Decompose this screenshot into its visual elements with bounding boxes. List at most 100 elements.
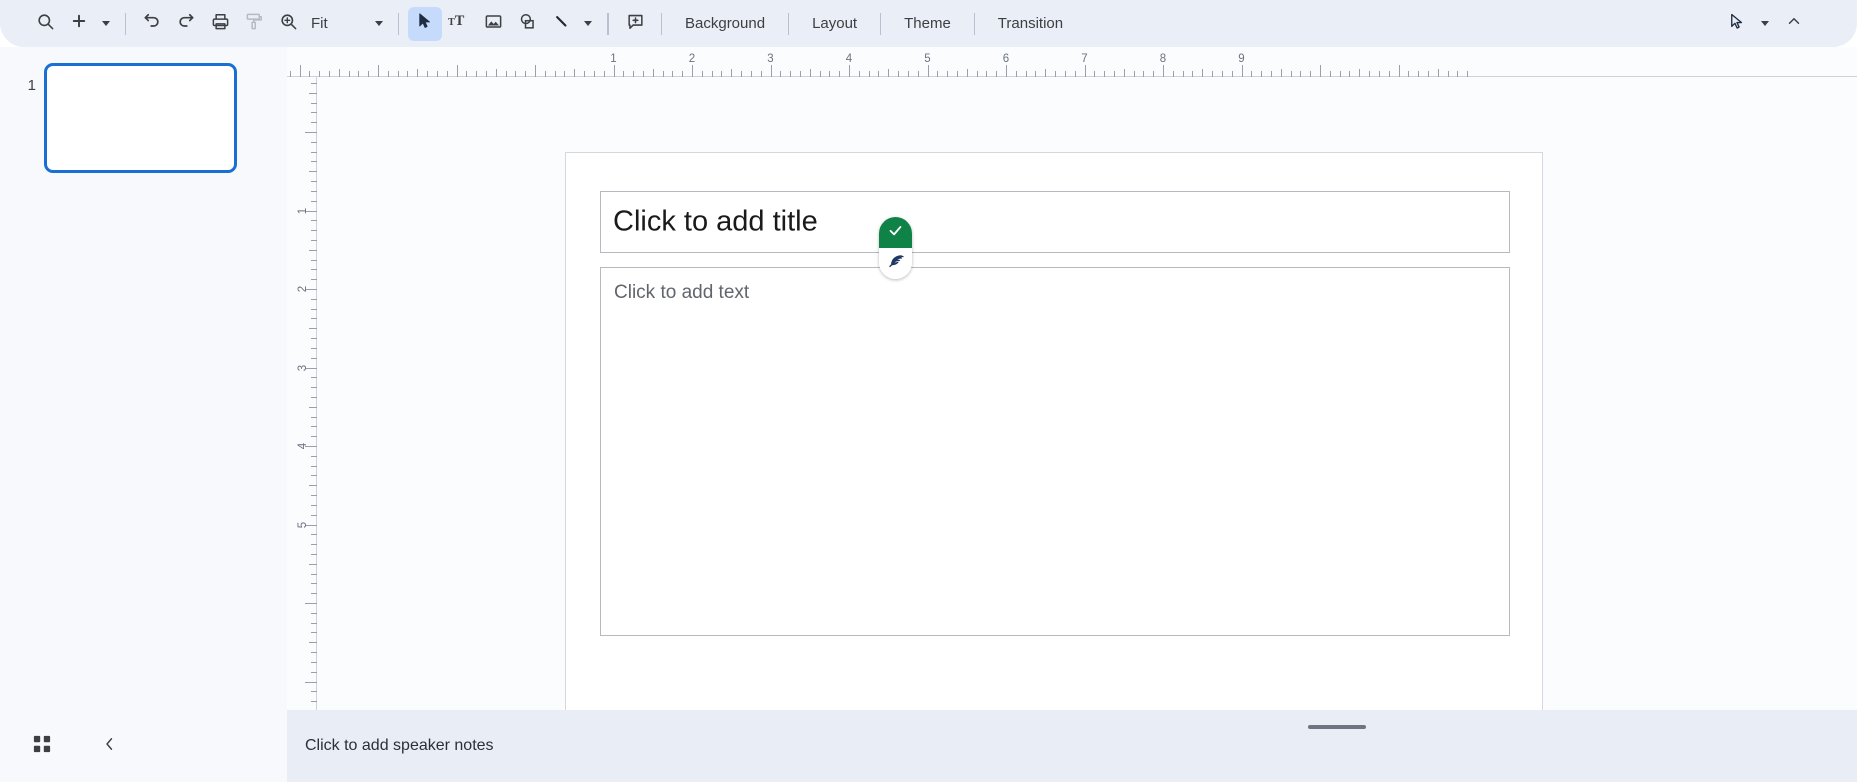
ruler-tick — [1163, 65, 1164, 77]
add-comment-button[interactable] — [618, 7, 652, 41]
undo-icon — [142, 11, 162, 36]
redo-button[interactable] — [169, 7, 203, 41]
horizontal-ruler[interactable]: 1 2 3 4 5 6 7 8 9 — [287, 47, 1857, 77]
background-menu[interactable]: Background — [671, 7, 779, 41]
line-icon — [552, 12, 571, 36]
zoom-dropdown[interactable] — [369, 7, 389, 41]
chevron-down-icon — [375, 21, 383, 26]
paint-format-icon — [245, 12, 264, 36]
redo-icon — [176, 11, 196, 36]
toolbar-right-group — [1719, 7, 1837, 41]
ruler-tick — [309, 642, 317, 644]
new-slide-button[interactable] — [62, 7, 96, 41]
ruler-tick — [652, 69, 654, 77]
toolbar-divider-1 — [125, 12, 126, 35]
chevron-down-icon — [102, 21, 110, 26]
slide-editor-area: 1 2 3 4 5 6 7 8 9 1 2 3 4 5 Click to add title Click… — [287, 47, 1857, 782]
ruler-label-horizontal: 4 — [845, 53, 853, 65]
ruler-tick — [574, 69, 576, 77]
ruler-tick — [966, 69, 968, 77]
toolbar-divider-6 — [788, 12, 790, 35]
plus-icon — [70, 12, 88, 35]
ruler-tick — [309, 171, 317, 173]
ruler-tick — [1437, 69, 1439, 77]
toolbar-left-group: Fit T T Background Layout Theme Transiti… — [28, 6, 1077, 41]
search-button[interactable] — [28, 7, 62, 41]
ruler-tick — [338, 69, 340, 77]
text-box-button[interactable]: T T — [442, 7, 476, 41]
ruler-tick — [613, 65, 615, 77]
ruler-label-horizontal: 2 — [688, 53, 696, 65]
vertical-ruler[interactable]: 1 2 3 4 5 — [287, 77, 317, 782]
ruler-tick — [1123, 69, 1125, 77]
slide-number: 1 — [27, 77, 36, 94]
body-placeholder-text: Click to add text — [614, 282, 750, 303]
ruler-tick — [809, 69, 811, 77]
ruler-tick — [309, 92, 317, 94]
slide-status-badge[interactable] — [879, 217, 912, 279]
toolbar-divider-5 — [661, 12, 662, 35]
ruler-label-vertical: 3 — [296, 364, 309, 371]
grid-view-icon — [33, 735, 51, 758]
check-badge[interactable] — [879, 217, 912, 248]
ruler-tick — [1398, 65, 1400, 77]
filmstrip-item[interactable]: 1 — [0, 63, 287, 173]
zoom-in-icon — [279, 12, 298, 36]
ruler-tick — [1241, 65, 1243, 77]
ruler-tick — [849, 65, 850, 77]
new-slide-dropdown[interactable] — [96, 7, 116, 41]
body-placeholder[interactable]: Click to add text — [600, 267, 1510, 636]
ruler-tick — [305, 132, 317, 133]
slide-canvas[interactable]: Click to add title Click to add text — [565, 152, 1543, 711]
zoom-button[interactable] — [271, 7, 305, 41]
insert-image-button[interactable] — [476, 7, 510, 41]
grid-view-button[interactable] — [26, 730, 58, 762]
speaker-notes-placeholder: Click to add speaker notes — [305, 737, 494, 754]
ruler-label-vertical: 1 — [296, 207, 309, 214]
shape-icon — [518, 12, 537, 36]
ruler-label-horizontal: 8 — [1159, 53, 1167, 65]
filmstrip-bottom-bar — [0, 710, 287, 782]
notes-resize-handle[interactable] — [1308, 725, 1366, 729]
print-icon — [211, 12, 230, 36]
select-tool-button[interactable] — [408, 6, 442, 41]
collapse-toolbar-button[interactable] — [1777, 7, 1811, 41]
ruler-label-vertical: 2 — [296, 285, 309, 293]
layout-menu[interactable]: Layout — [798, 7, 871, 41]
ruler-tick — [309, 406, 317, 408]
slide-filmstrip: 1 — [0, 47, 287, 782]
ruler-label-horizontal: 7 — [1081, 53, 1088, 65]
title-placeholder[interactable]: Click to add title — [600, 191, 1510, 253]
toolbar-divider-8 — [973, 12, 975, 35]
line-button[interactable] — [544, 7, 578, 41]
ruler-tick — [305, 603, 317, 604]
print-button[interactable] — [203, 7, 237, 41]
shape-button[interactable] — [510, 7, 544, 41]
collapse-filmstrip-button[interactable] — [94, 730, 126, 762]
line-dropdown[interactable] — [578, 7, 598, 41]
zoom-level-value[interactable]: Fit — [305, 7, 369, 41]
chevron-down-icon — [1761, 21, 1769, 26]
ruler-tick — [927, 65, 929, 77]
slides-editor: Fit T T Background Layout Theme Transiti… — [0, 0, 1857, 782]
undo-button[interactable] — [135, 7, 169, 41]
ruler-tick — [495, 69, 497, 77]
present-button[interactable] — [1719, 7, 1753, 41]
paint-format-button[interactable] — [237, 7, 271, 41]
present-dropdown[interactable] — [1755, 7, 1775, 41]
ruler-label-horizontal: 6 — [1002, 53, 1010, 65]
chevron-down-icon — [584, 21, 592, 26]
ruler-tick — [1359, 69, 1361, 77]
theme-menu[interactable]: Theme — [890, 7, 965, 41]
ruler-tick — [1202, 69, 1204, 77]
editor-body: 1 1 2 3 4 5 6 7 8 9 1 2 3 4 5 Click to a… — [0, 47, 1857, 782]
svg-text:T: T — [455, 13, 465, 29]
slide-thumbnail[interactable] — [44, 63, 237, 173]
ruler-tick — [309, 328, 317, 330]
speaker-notes-area[interactable]: Click to add speaker notes — [287, 710, 1857, 782]
transition-menu[interactable]: Transition — [984, 7, 1077, 41]
toolbar-divider-7 — [880, 12, 882, 35]
ruler-tick — [417, 69, 419, 77]
title-placeholder-text: Click to add title — [613, 205, 818, 238]
add-comment-icon — [626, 12, 645, 36]
